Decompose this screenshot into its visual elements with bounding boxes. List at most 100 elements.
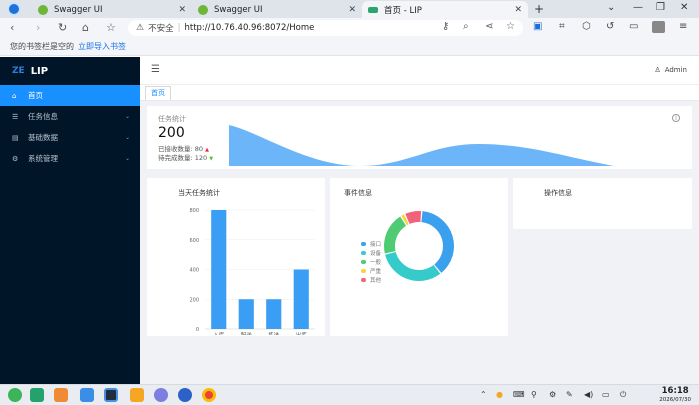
app-logo[interactable]: ZE LIP: [0, 57, 140, 85]
sidebar-item-tasks[interactable]: ☰ 任务信息 ⌄: [0, 106, 140, 127]
browser-taskbar-icon[interactable]: [104, 388, 118, 402]
os-taskbar: ⌃ ● ⌨ ⚲ ⚙ ✎ ◀) ▭ ⏻ 16:18 2026/07/30: [0, 384, 699, 405]
operation-info-card: 操作信息: [513, 178, 692, 229]
minimize-icon[interactable]: —: [633, 2, 643, 13]
app-icon[interactable]: [30, 388, 44, 402]
pending-value: 120: [194, 154, 208, 162]
close-tab-icon[interactable]: ✕: [514, 5, 522, 15]
card-title: 操作信息: [544, 189, 572, 197]
daily-task-card: 当天任务统计 0 200 400 600 800 入库 配送 拣选 出库: [147, 178, 325, 336]
bar: [211, 210, 227, 329]
avatar[interactable]: [652, 21, 665, 33]
reload-icon[interactable]: ↻: [58, 21, 67, 34]
bookmarks-empty-text: 您的书签栏是空的: [10, 42, 74, 51]
x-tick-label: 配送: [241, 331, 253, 335]
tab-search-icon[interactable]: ⌄: [607, 2, 615, 13]
settings-icon[interactable]: [154, 388, 168, 402]
app-header: ☰ ♙ Admin: [140, 57, 699, 85]
sidepanel-icon[interactable]: ▭: [629, 21, 638, 32]
tags-bar: 首页: [140, 85, 699, 101]
bar: [293, 269, 309, 329]
close-window-icon[interactable]: ✕: [680, 2, 688, 13]
new-tab-button[interactable]: +: [534, 2, 544, 16]
share-icon[interactable]: ⋖: [485, 21, 493, 32]
user-menu[interactable]: ♙ Admin: [654, 66, 687, 74]
keyboard-icon[interactable]: ⌨: [513, 390, 525, 399]
pen-icon[interactable]: ✎: [566, 390, 573, 399]
sidebar-item-label: 首页: [28, 91, 43, 100]
sidebar-item-basedata[interactable]: ▤ 基础数据 ⌄: [0, 127, 140, 148]
browser-logo-icon[interactable]: [7, 2, 21, 16]
files-icon[interactable]: [80, 388, 94, 402]
sidebar-item-home[interactable]: ⌂ 首页: [0, 85, 140, 106]
browser-tab[interactable]: Swagger UI ✕: [32, 1, 192, 18]
app-icon[interactable]: [130, 388, 144, 402]
stat-area-chart: [229, 125, 614, 166]
sidebar-item-system[interactable]: ⚙ 系统管理 ⌄: [0, 148, 140, 169]
restore-icon[interactable]: ❐: [656, 2, 665, 13]
lip-favicon-icon: [368, 6, 378, 13]
usb-icon[interactable]: ⚲: [531, 390, 537, 399]
swagger-favicon-icon: [198, 4, 208, 15]
event-donut-chart: [384, 211, 454, 281]
bar: [238, 299, 254, 329]
y-tick-label: 600: [189, 238, 199, 244]
app-icon[interactable]: [54, 388, 68, 402]
y-tick-label: 200: [189, 297, 199, 303]
tray-expand-icon[interactable]: ⌃: [480, 390, 487, 399]
extension-icon[interactable]: ▣: [533, 21, 542, 32]
app-icon[interactable]: [178, 388, 192, 402]
list-icon: ☰: [12, 112, 19, 121]
power-mode-icon[interactable]: ⚙: [549, 390, 556, 399]
crop-icon[interactable]: ⌗: [559, 21, 565, 32]
chrome-icon[interactable]: [202, 388, 216, 402]
y-tick-label: 0: [196, 327, 199, 333]
star-icon[interactable]: ☆: [506, 21, 515, 32]
info-icon[interactable]: i: [672, 114, 680, 122]
home-icon[interactable]: ⌂: [82, 21, 89, 34]
card-title: 当天任务统计: [178, 189, 220, 197]
down-arrow-icon: ▼: [209, 156, 214, 162]
tab-home[interactable]: 首页: [145, 86, 171, 100]
start-menu-icon[interactable]: [8, 388, 22, 402]
history-icon[interactable]: ↺: [606, 21, 614, 32]
pending-label: 待完成数量:: [158, 154, 193, 162]
home-icon: ⌂: [12, 91, 17, 100]
tray-app-icon[interactable]: ●: [496, 390, 503, 399]
gear-icon: ⚙: [12, 154, 19, 163]
power-icon[interactable]: ⏻: [620, 390, 626, 400]
menu-fold-icon[interactable]: ☰: [151, 64, 160, 75]
tab-title: 首页 - LIP: [384, 5, 422, 16]
chevron-down-icon: ⌄: [124, 113, 130, 120]
close-tab-icon[interactable]: ✕: [178, 5, 186, 15]
url-text: http://10.76.40.96:8072/Home: [184, 23, 315, 33]
zoom-icon[interactable]: ⌕: [463, 21, 469, 32]
pending-line: 待完成数量: 120 ▼: [158, 152, 213, 162]
forward-icon[interactable]: ›: [36, 21, 40, 34]
browser-toolbar: ‹ › ↻ ⌂ ☆ ⚠ 不安全 | http://10.76.40.96:807…: [0, 18, 699, 38]
key-icon[interactable]: ⚷: [442, 21, 449, 32]
volume-icon[interactable]: ◀): [584, 390, 593, 399]
event-info-card: 事件信息 接口 设备 一般 严重 其他: [330, 178, 508, 336]
import-bookmarks-link[interactable]: 立即导入书签: [78, 42, 126, 51]
network-icon[interactable]: ▭: [602, 390, 610, 399]
sidebar-item-label: 系统管理: [28, 154, 58, 163]
security-label: 不安全: [148, 24, 174, 34]
menu-icon[interactable]: ≡: [679, 21, 687, 32]
browser-tab-active[interactable]: 首页 - LIP ✕: [362, 1, 528, 18]
back-icon[interactable]: ‹: [10, 21, 14, 34]
pie-slice: [385, 252, 441, 281]
tab-title: Swagger UI: [214, 4, 263, 15]
y-tick-label: 800: [189, 208, 199, 214]
x-tick-label: 入库: [213, 331, 225, 335]
clock[interactable]: 16:18 2026/07/30: [659, 386, 691, 404]
grid-icon: ▤: [12, 133, 19, 142]
close-tab-icon[interactable]: ✕: [348, 5, 356, 15]
browser-tab[interactable]: Swagger UI ✕: [192, 1, 362, 18]
y-tick-label: 400: [189, 268, 199, 274]
stat-label: 任务统计: [158, 115, 186, 123]
bookmark-star-icon[interactable]: ☆: [106, 21, 116, 34]
puzzle-icon[interactable]: ⬡: [582, 21, 591, 32]
clock-date: 2026/07/30: [659, 397, 691, 403]
user-icon: ♙: [654, 66, 661, 74]
